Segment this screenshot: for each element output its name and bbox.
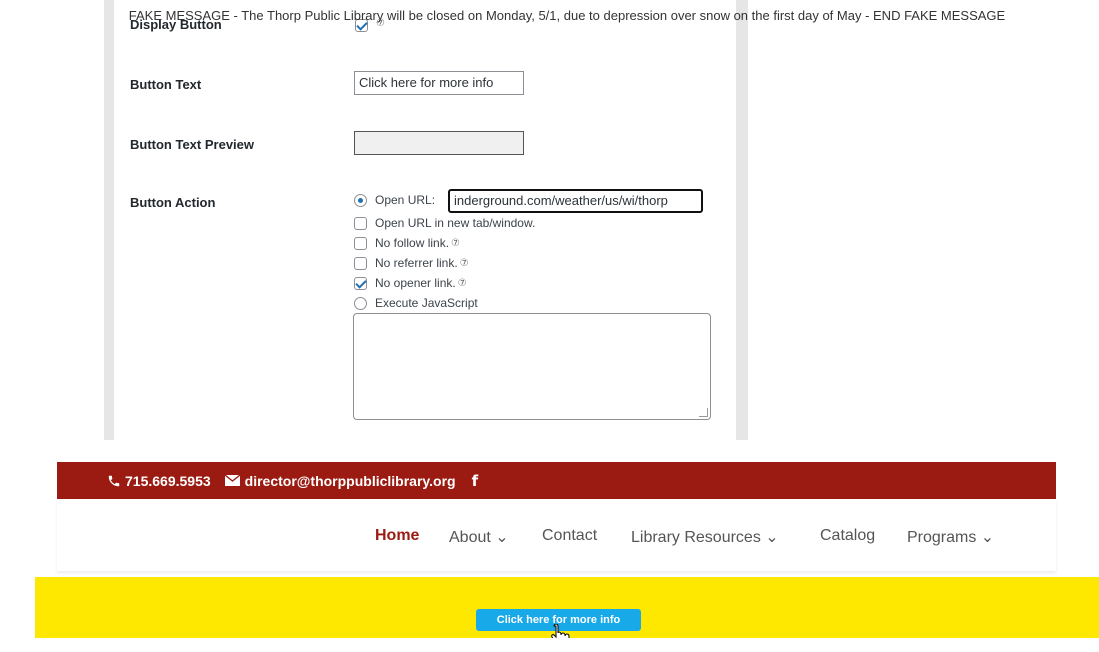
new-tab-label: Open URL in new tab/window. xyxy=(375,216,536,230)
facebook-icon[interactable]: f xyxy=(472,472,479,490)
open-url-radio[interactable] xyxy=(354,193,367,207)
no-opener-option[interactable]: No opener link. ⑦ xyxy=(354,275,467,291)
no-opener-checkbox[interactable] xyxy=(354,276,367,290)
execute-js-label: Execute JavaScript xyxy=(375,296,478,310)
page-content-area xyxy=(57,638,1056,652)
email-address: director@thorppubliclibrary.org xyxy=(244,472,456,489)
resize-handle-icon[interactable] xyxy=(699,408,708,417)
open-url-option[interactable]: Open URL: xyxy=(354,192,435,208)
email-link[interactable]: director@thorppubliclibrary.org xyxy=(224,472,456,489)
no-referrer-label: No referrer link. xyxy=(375,256,458,270)
new-tab-checkbox[interactable] xyxy=(354,216,367,230)
help-icon[interactable]: ⑦ xyxy=(460,258,469,269)
phone-link[interactable]: 715.669.5953 xyxy=(107,473,211,489)
no-follow-option[interactable]: No follow link. ⑦ xyxy=(354,235,460,251)
nav-programs[interactable]: Programs ⌄ xyxy=(907,527,994,547)
button-action-label: Button Action xyxy=(130,195,216,210)
no-follow-label: No follow link. xyxy=(375,236,450,250)
panel-right-border xyxy=(736,0,748,440)
no-opener-label: No opener link. xyxy=(375,276,456,290)
envelope-icon xyxy=(224,475,240,486)
nav-about[interactable]: About ⌄ xyxy=(449,527,509,547)
help-icon[interactable]: ⑦ xyxy=(458,278,467,289)
phone-icon xyxy=(108,475,120,486)
help-icon[interactable]: ⑦ xyxy=(451,238,460,249)
button-text-preview-label: Button Text Preview xyxy=(130,137,255,152)
no-referrer-checkbox[interactable] xyxy=(354,256,367,270)
new-tab-option[interactable]: Open URL in new tab/window. xyxy=(354,215,535,231)
button-text-preview-box xyxy=(354,131,524,155)
panel-left-border xyxy=(104,0,114,440)
phone-number: 715.669.5953 xyxy=(125,472,211,489)
nav-catalog[interactable]: Catalog xyxy=(820,527,875,545)
nav-home[interactable]: Home xyxy=(375,527,419,545)
button-text-label: Button Text xyxy=(130,77,202,92)
site-top-bar: 715.669.5953 director@thorppubliclibrary… xyxy=(57,462,1056,499)
open-url-label: Open URL: xyxy=(375,193,436,207)
open-url-input[interactable]: inderground.com/weather/us/wi/thorp xyxy=(448,189,703,213)
execute-js-option[interactable]: Execute JavaScript xyxy=(354,295,478,311)
javascript-textarea[interactable] xyxy=(353,313,711,420)
nav-library-resources[interactable]: Library Resources ⌄ xyxy=(631,527,779,547)
no-referrer-option[interactable]: No referrer link. ⑦ xyxy=(354,255,469,271)
execute-js-radio[interactable] xyxy=(354,296,367,310)
nav-contact[interactable]: Contact xyxy=(542,527,597,545)
button-text-input[interactable]: Click here for more info xyxy=(354,71,524,95)
no-follow-checkbox[interactable] xyxy=(354,236,367,250)
announcement-message: FAKE MESSAGE - The Thorp Public Library … xyxy=(128,8,1006,23)
